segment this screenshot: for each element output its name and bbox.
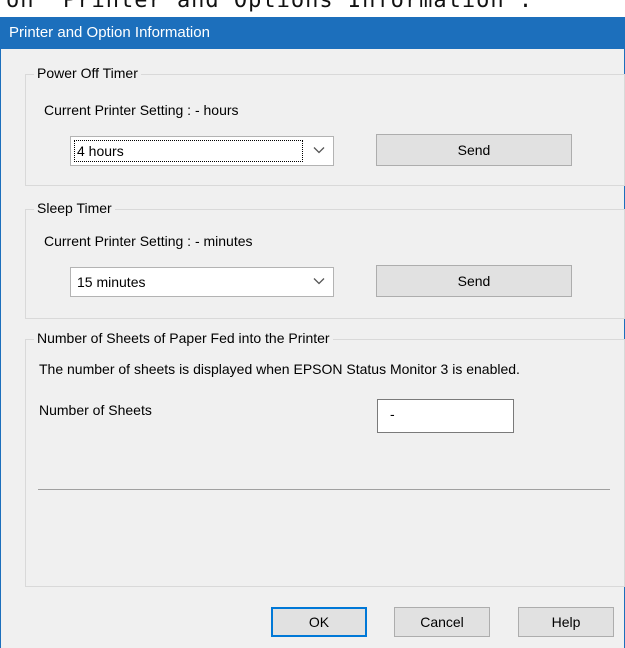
sleep-send-button[interactable]: Send — [376, 265, 572, 297]
window-title: Printer and Option Information — [9, 24, 210, 41]
sleep-timer-legend: Sleep Timer — [34, 200, 115, 216]
title-bar: Printer and Option Information — [0, 17, 625, 49]
caption-strip: on "Printer and Options Information". — [0, 0, 625, 17]
sheets-legend: Number of Sheets of Paper Fed into the P… — [34, 330, 333, 346]
sheets-group: Number of Sheets of Paper Fed into the P… — [25, 330, 625, 587]
separator — [38, 489, 610, 490]
sheets-count-box: - — [377, 399, 514, 433]
sleep-timer-group: Sleep Timer Current Printer Setting : - … — [25, 200, 625, 319]
sheets-count-label: Number of Sheets — [39, 402, 152, 418]
power-off-timer-select[interactable]: 4 hours — [70, 136, 334, 166]
sleep-timer-select[interactable]: 15 minutes — [70, 267, 334, 297]
power-off-timer-legend: Power Off Timer — [34, 65, 141, 81]
power-off-current-setting: Current Printer Setting : - hours — [44, 102, 239, 118]
help-button[interactable]: Help — [518, 607, 614, 637]
cancel-button[interactable]: Cancel — [394, 607, 490, 637]
chevron-down-icon — [313, 278, 325, 285]
dialog-body: Power Off Timer Current Printer Setting … — [0, 49, 625, 648]
sheets-note: The number of sheets is displayed when E… — [39, 361, 520, 377]
power-off-timer-value: 4 hours — [77, 143, 124, 159]
sleep-timer-value: 15 minutes — [77, 274, 146, 290]
power-off-timer-group: Power Off Timer Current Printer Setting … — [25, 65, 625, 186]
power-off-send-button[interactable]: Send — [376, 134, 572, 166]
caption-text: on "Printer and Options Information". — [6, 0, 534, 13]
sleep-current-setting: Current Printer Setting : - minutes — [44, 233, 253, 249]
sheets-count-value: - — [390, 406, 395, 422]
chevron-down-icon — [313, 147, 325, 154]
ok-button[interactable]: OK — [271, 607, 367, 637]
